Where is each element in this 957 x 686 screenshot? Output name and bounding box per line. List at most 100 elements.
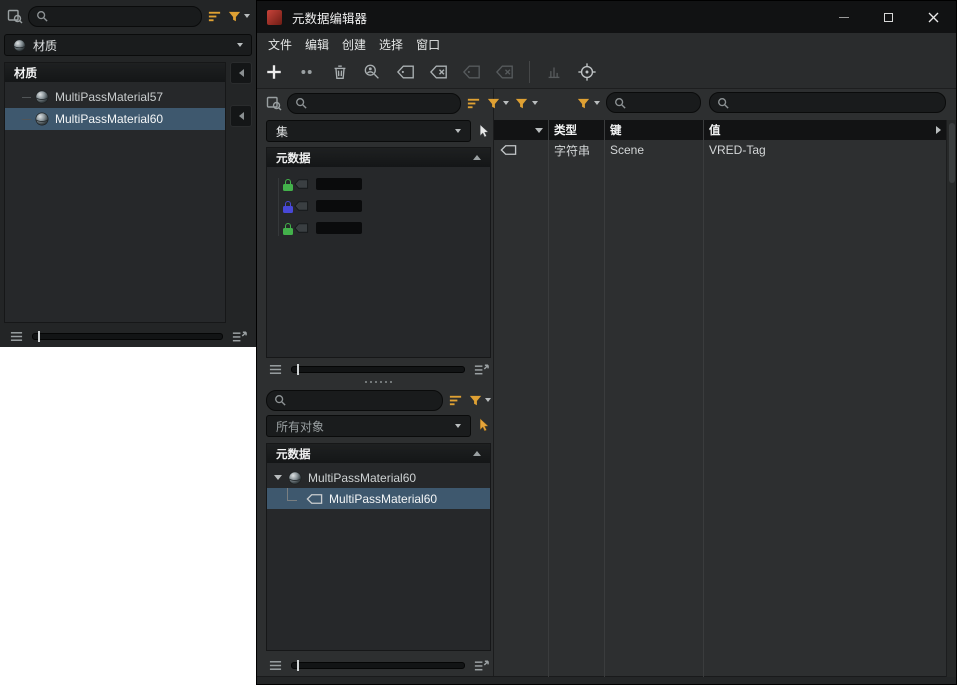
grid-line [548,120,549,677]
material-search-row [0,3,256,29]
section-resize-handle[interactable] [266,381,491,383]
objects-metadata-panel: 元数据 MultiPassMaterial60 MultiPassMateria… [266,443,491,651]
object-tree-parent[interactable]: MultiPassMaterial60 [267,467,490,488]
search-icon [36,10,48,22]
grid-line [604,120,605,677]
sets-search-row [266,92,491,114]
objects-filter-dropdown[interactable]: 所有对象 [266,415,471,437]
size-slider-track[interactable] [291,366,465,373]
pick-object-button[interactable] [476,414,491,436]
collapse-icon[interactable] [473,155,481,160]
locked-tag-icon [283,176,309,192]
filter-list-icon[interactable] [448,393,463,408]
objects-panel-header: 元数据 [267,444,490,463]
vertical-scrollbar[interactable] [946,120,956,677]
small-list-icon[interactable] [268,363,283,376]
size-slider-track[interactable] [291,662,465,669]
lock-icon [283,206,293,213]
sets-search-input[interactable] [311,97,453,109]
chevron-down-icon [532,101,538,105]
table-filter-row [494,92,946,114]
size-slider-handle[interactable] [297,660,299,671]
sets-metadata-panel: 元数据 [266,147,491,358]
material-sphere-icon [13,39,26,52]
material-search-input[interactable] [52,10,194,22]
find-icon[interactable] [266,95,282,111]
material-list-item[interactable]: MultiPassMaterial57 [5,86,225,108]
sets-search-box[interactable] [287,93,461,114]
material-search-box[interactable] [28,6,202,27]
large-list-icon[interactable] [473,362,489,376]
scrollbar-thumb[interactable] [949,123,955,183]
lock-icon [283,184,293,191]
material-type-dropdown[interactable]: 材质 [4,34,252,56]
locked-metadata-set[interactable] [267,173,490,195]
key-filter-icon[interactable] [576,92,600,114]
material-item-label: MultiPassMaterial60 [55,112,163,126]
metadata-left-column: 集 元数据 [266,1,491,686]
filter-funnel-icon[interactable] [468,393,491,408]
objects-search-row [266,389,491,411]
chevron-down-icon [594,101,600,105]
collapse-left-button[interactable] [230,62,252,84]
chevron-down-icon [237,43,243,47]
objects-search-box[interactable] [266,390,443,411]
locked-metadata-set[interactable] [267,195,490,217]
material-list-header: 材质 [5,63,225,82]
sets-size-slider-row [266,359,491,379]
object-parent-label: MultiPassMaterial60 [308,471,416,485]
sets-dropdown-label: 集 [276,123,288,140]
table-header: 类型 键 值 [494,120,946,140]
icon-size-slider-track[interactable] [32,333,223,340]
size-slider-handle[interactable] [297,364,299,375]
header-dropdown-icon[interactable] [535,128,543,133]
key-search-box[interactable] [606,92,701,113]
sets-panel-header: 元数据 [267,148,490,167]
row-type-cell: 字符串 [548,140,604,160]
metadata-table-area: 类型 键 值 字符串 Scene VRED-Tag [494,1,956,686]
filter-funnel-icon[interactable] [227,9,250,24]
metadata-table-row[interactable]: 字符串 Scene VRED-Tag [494,140,946,160]
type-filter-icon[interactable] [514,92,538,114]
key-column-label: 键 [610,122,622,138]
icon-size-slider-handle[interactable] [38,331,40,342]
pick-arrow-active-icon [477,417,490,433]
value-column-header[interactable]: 值 [703,120,946,140]
value-search-box[interactable] [709,92,946,113]
material-list-panel: 材质 MultiPassMaterial57 MultiPassMaterial… [4,62,226,323]
filter-list-icon[interactable] [207,9,222,24]
chevron-down-icon [455,129,461,133]
sets-dropdown[interactable]: 集 [266,120,471,142]
tree-branch-line [22,97,31,98]
find-icon[interactable] [7,8,23,24]
objects-search-input[interactable] [290,394,435,406]
key-column-header[interactable]: 键 [604,120,703,140]
assign-material-button[interactable] [230,105,252,127]
chevron-down-icon [244,14,250,18]
icon-column-header[interactable] [494,120,548,140]
objects-size-slider-row [266,655,491,675]
row-key-cell: Scene [604,140,703,160]
collapse-icon[interactable] [473,451,481,456]
material-list-title: 材质 [14,65,37,81]
small-list-icon[interactable] [268,659,283,672]
object-tree-child-selected[interactable]: MultiPassMaterial60 [267,488,490,509]
value-search-input[interactable] [733,97,938,109]
filter-list-icon[interactable] [466,96,481,111]
expander-icon[interactable] [274,475,282,480]
pick-set-button[interactable] [476,120,491,142]
type-column-header[interactable]: 类型 [548,120,604,140]
material-side-toolbar [230,62,254,323]
small-list-icon[interactable] [9,330,24,343]
key-search-input[interactable] [630,97,693,109]
locked-tag-icon [283,220,309,236]
sets-panel-title: 元数据 [276,150,311,166]
icon-size-slider-row [0,326,256,346]
large-list-icon[interactable] [473,658,489,672]
row-value-cell: VRED-Tag [703,140,946,160]
material-list-item-selected[interactable]: MultiPassMaterial60 [5,108,225,130]
locked-metadata-set[interactable] [267,217,490,239]
header-scroll-right-icon[interactable] [936,126,941,134]
large-list-icon[interactable] [231,329,247,343]
metadata-tag-icon [500,144,517,156]
